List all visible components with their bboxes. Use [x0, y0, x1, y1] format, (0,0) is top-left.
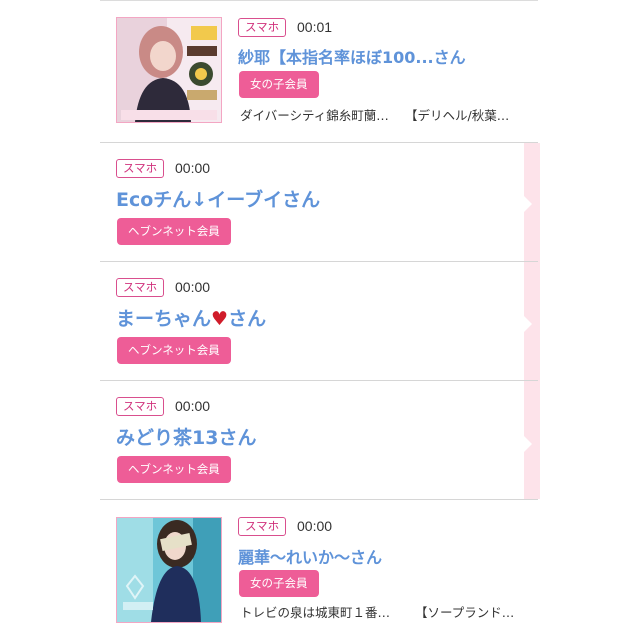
list-item[interactable]: スマホ 00:00 麗華～れいか～さん 女の子会員 トレビの泉は城東町１番… 【…	[100, 500, 538, 640]
device-tag: スマホ	[116, 278, 165, 297]
device-tag: スマホ	[116, 397, 165, 416]
visit-time: 00:00	[175, 398, 211, 414]
device-tag: スマホ	[238, 18, 287, 37]
member-badge: 女の子会員	[239, 570, 319, 597]
list-item[interactable]: スマホ 00:00 まーちゃん♥さん ヘブンネット会員	[100, 262, 538, 380]
shop-category: 【ソープランド…	[415, 605, 515, 620]
visitor-name-text: まーちゃん	[116, 308, 212, 330]
member-badge: ヘブンネット会員	[117, 456, 231, 483]
member-badge: 女の子会員	[239, 71, 319, 98]
list-item[interactable]: スマホ 00:01 紗耶【本指名率ほぼ100...さん 女の子会員 ダイバーシテ…	[100, 0, 538, 142]
visitor-list: スマホ 00:01 紗耶【本指名率ほぼ100...さん 女の子会員 ダイバーシテ…	[100, 0, 538, 640]
shop-category: 【デリヘル/秋葉…	[405, 108, 510, 123]
shop-location: トレビの泉は城東町１番…	[240, 605, 391, 620]
shop-location: ダイバーシティ錦糸町蘭…	[240, 108, 389, 123]
list-item[interactable]: スマホ 00:00 Ecoチん↓イーブイさん ヘブンネット会員	[100, 143, 538, 261]
list-item[interactable]: スマホ 00:00 みどり茶13さん ヘブンネット会員	[100, 381, 538, 499]
device-tag: スマホ	[238, 517, 287, 536]
visitor-name-suffix: さん	[228, 308, 267, 330]
device-tag: スマホ	[116, 159, 165, 178]
visitor-name-link[interactable]: みどり茶13さん	[116, 423, 256, 450]
profile-photo[interactable]	[116, 17, 222, 123]
member-badge: ヘブンネット会員	[117, 337, 231, 364]
visit-time: 00:00	[175, 279, 211, 295]
visitor-name-link[interactable]: 紗耶【本指名率ほぼ100...さん	[238, 44, 466, 68]
heart-icon: ♥	[211, 308, 229, 330]
visitor-name-link[interactable]: まーちゃん♥さん	[116, 304, 266, 331]
profile-photo[interactable]	[116, 517, 222, 623]
visit-time: 00:01	[297, 19, 333, 35]
visitor-name-link[interactable]: 麗華～れいか～さん	[238, 544, 382, 568]
member-badge: ヘブンネット会員	[117, 218, 231, 245]
visit-time: 00:00	[297, 518, 333, 534]
visitor-name-link[interactable]: Ecoチん↓イーブイさん	[116, 185, 320, 212]
visit-time: 00:00	[175, 160, 211, 176]
